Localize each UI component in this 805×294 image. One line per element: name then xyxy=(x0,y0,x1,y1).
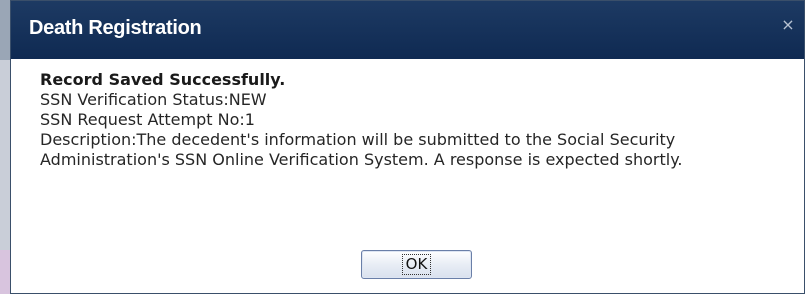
dialog-body: Record Saved Successfully. SSN Verificat… xyxy=(11,59,804,293)
background-window-edge xyxy=(0,0,10,294)
dialog-message: Record Saved Successfully. SSN Verificat… xyxy=(40,70,784,170)
message-heading: Record Saved Successfully. xyxy=(40,70,286,89)
ssn-request-attempt: SSN Request Attempt No:1 xyxy=(40,110,255,129)
close-icon[interactable]: × xyxy=(780,17,796,33)
dialog-titlebar[interactable]: Death Registration × xyxy=(11,1,804,59)
ok-button[interactable]: OK xyxy=(361,250,472,279)
ok-button-label: OK xyxy=(401,254,432,275)
dialog-title: Death Registration xyxy=(29,17,202,39)
ssn-verification-status: SSN Verification Status:NEW xyxy=(40,90,267,109)
death-registration-dialog: Death Registration × Record Saved Succes… xyxy=(10,0,805,294)
message-description: Description:The decedent's information w… xyxy=(40,130,683,169)
screen: Death Registration × Record Saved Succes… xyxy=(0,0,805,294)
